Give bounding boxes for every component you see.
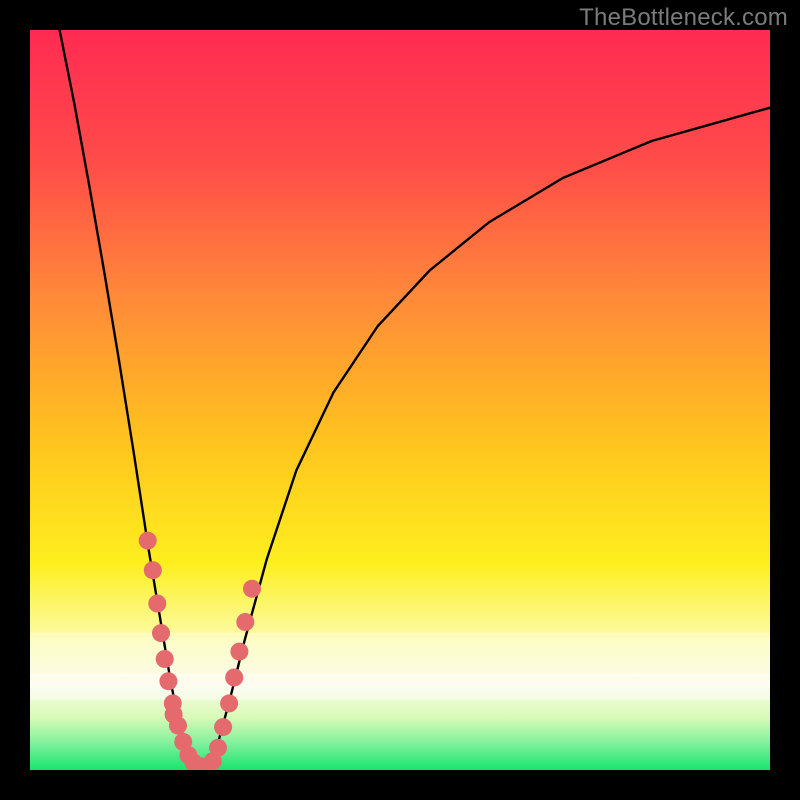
marker-dot [209,739,227,757]
marker-dot [139,532,157,550]
marker-dot [156,650,174,668]
marker-dot [243,580,261,598]
marker-dot [152,624,170,642]
marker-dot [144,561,162,579]
marker-dot [214,718,232,736]
marker-dot [165,706,183,724]
chart-svg [30,30,770,770]
marker-dot [148,595,166,613]
series-curve-right [208,108,770,767]
chart-stage: TheBottleneck.com [0,0,800,800]
marker-dot [236,613,254,631]
plot-area [30,30,770,770]
watermark-text: TheBottleneck.com [579,4,788,32]
marker-dot [225,669,243,687]
marker-dot [220,694,238,712]
marker-group [139,532,261,770]
marker-dot [230,643,248,661]
marker-dot [159,672,177,690]
